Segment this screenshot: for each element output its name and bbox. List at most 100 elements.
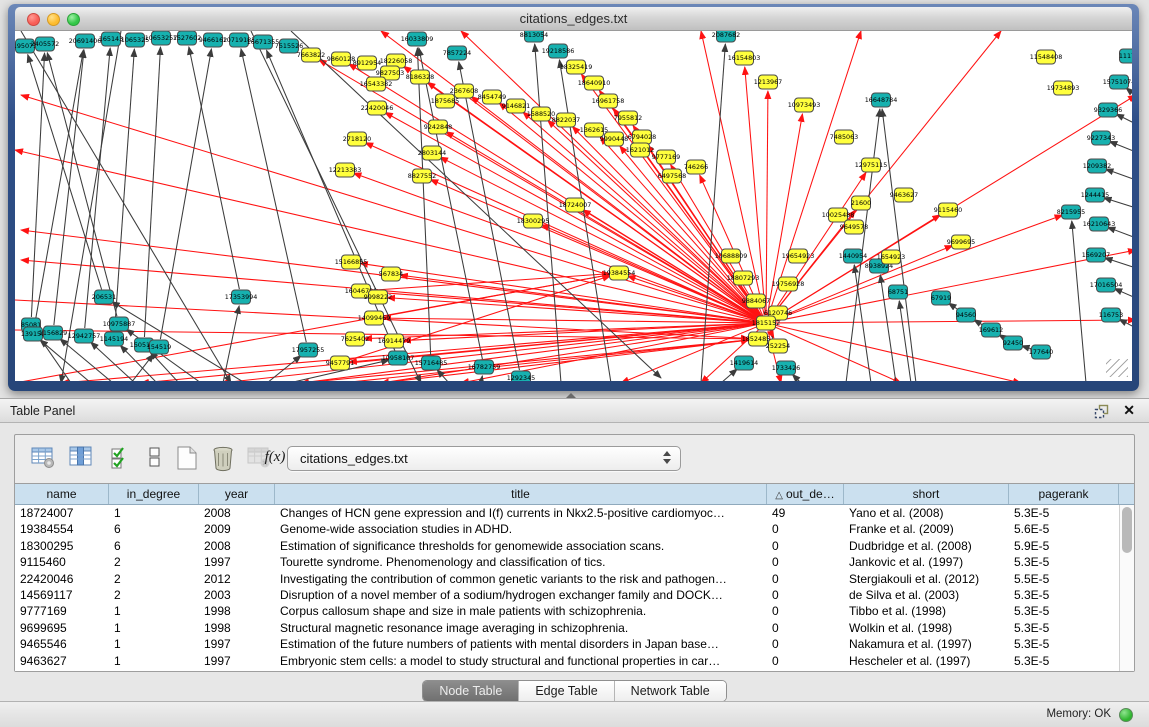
table-row[interactable]: 1456911722003Disruption of a novel membe… <box>15 587 1119 603</box>
graph-node[interactable]: 11548408 <box>1030 50 1063 64</box>
column-header-title[interactable]: title <box>275 484 767 504</box>
graph-node[interactable]: 1244415 <box>1081 188 1109 202</box>
table-row[interactable]: 977716911998Corpus callosum shape and si… <box>15 603 1119 619</box>
graph-node[interactable]: 92450 <box>1003 336 1023 350</box>
graph-node[interactable]: 14099469 <box>358 311 391 325</box>
memory-status-icon[interactable] <box>1119 708 1133 722</box>
column-header-pagerank[interactable]: pagerank <box>1009 484 1119 504</box>
graph-node[interactable]: 1292345 <box>507 371 535 381</box>
graph-node[interactable]: 18640910 <box>578 76 611 90</box>
graph-node[interactable]: 21600 <box>851 196 871 210</box>
graph-node[interactable]: 9860128 <box>327 52 355 66</box>
table-row[interactable]: 1872400712008Changes of HCN gene express… <box>15 505 1119 521</box>
graph-node[interactable]: 1209382 <box>1083 159 1111 173</box>
close-panel-icon[interactable]: ✕ <box>1123 402 1135 419</box>
tab-network-table[interactable]: Network Table <box>615 681 726 701</box>
graph-node[interactable]: 20691406 <box>69 34 102 48</box>
column-header-in-degree[interactable]: in_degree <box>109 484 199 504</box>
column-header-short[interactable]: short <box>844 484 1009 504</box>
graph-node[interactable]: 19384554 <box>603 266 636 280</box>
graph-node[interactable]: 16648784 <box>865 93 898 107</box>
graph-node[interactable]: 1527602 <box>173 31 201 45</box>
graph-node[interactable]: 15751074 <box>1103 75 1132 89</box>
graph-node[interactable]: 9242848 <box>424 120 452 134</box>
graph-node[interactable]: 9227343 <box>1087 131 1115 145</box>
graph-node[interactable]: 17353994 <box>225 290 258 304</box>
graph-node[interactable]: 10975887 <box>103 317 136 331</box>
graph-node[interactable]: 12213383 <box>329 163 362 177</box>
column-header-year[interactable]: year <box>199 484 275 504</box>
table-scrollbar[interactable] <box>1119 505 1134 671</box>
graph-node[interactable]: 8822037 <box>552 113 580 127</box>
show-columns-icon[interactable] <box>67 444 95 474</box>
graph-node[interactable]: 1621012 <box>626 143 654 157</box>
delete-rows-icon[interactable] <box>209 444 237 474</box>
graph-node[interactable]: 1419614 <box>730 356 758 370</box>
window-titlebar[interactable]: citations_edges.txt <box>15 7 1132 31</box>
graph-node[interactable]: 68751 <box>888 285 908 299</box>
graph-node[interactable]: 9699695 <box>947 235 975 249</box>
graph-node[interactable]: 12975115 <box>855 158 888 172</box>
window-resize-grip[interactable] <box>1106 359 1128 377</box>
graph-node[interactable]: 165143 <box>99 32 123 46</box>
graph-node[interactable]: 22420046 <box>361 101 394 115</box>
graph-node[interactable]: 18724007 <box>559 198 592 212</box>
scrollbar-thumb[interactable] <box>1122 507 1132 553</box>
graph-node[interactable]: 746266 <box>684 160 708 174</box>
table-row[interactable]: 946554611997Estimation of the future num… <box>15 636 1119 652</box>
graph-node[interactable]: 16154803 <box>728 51 761 65</box>
graph-node[interactable]: 16210643 <box>1083 217 1116 231</box>
graph-node[interactable]: 9463627 <box>890 188 918 202</box>
graph-node[interactable]: 10973493 <box>788 98 821 112</box>
graph-node[interactable]: 116753 <box>1099 308 1123 322</box>
graph-node[interactable]: 1440954 <box>839 249 867 263</box>
table-row[interactable]: 946362711997Embryonic stem cells: a mode… <box>15 653 1119 669</box>
graph-node[interactable]: 94560 <box>956 308 976 322</box>
graph-node[interactable]: 206531 <box>92 290 116 304</box>
tab-edge-table[interactable]: Edge Table <box>519 681 614 701</box>
table-row[interactable]: 1830029562008Estimation of significance … <box>15 538 1119 554</box>
new-table-icon[interactable] <box>173 444 201 474</box>
graph-edge <box>846 109 880 381</box>
graph-node[interactable]: 15166855 <box>335 255 368 269</box>
graph-node[interactable]: 19734893 <box>1047 81 1080 95</box>
graph-node[interactable]: 177640 <box>1029 345 1053 359</box>
graph-node[interactable]: 18325419 <box>560 60 593 74</box>
row-height-icon[interactable] <box>141 444 169 474</box>
graph-node[interactable]: 8215955 <box>1057 205 1085 219</box>
graph-node[interactable]: 6497568 <box>658 169 686 183</box>
graph-node[interactable]: 16961758 <box>592 94 625 108</box>
graph-node[interactable]: 67919 <box>931 291 951 305</box>
tab-node-table[interactable]: Node Table <box>423 681 519 701</box>
graph-node[interactable]: 8827552 <box>408 169 436 183</box>
graph-node[interactable]: 7485063 <box>830 130 858 144</box>
table-selector-dropdown[interactable]: citations_edges.txt <box>287 446 681 471</box>
graph-node[interactable]: 8186328 <box>406 70 434 84</box>
table-row[interactable]: 969969511998Structural magnetic resonanc… <box>15 620 1119 636</box>
float-panel-icon[interactable] <box>1094 404 1109 419</box>
column-header-out-de-[interactable]: △out_de… <box>767 484 844 504</box>
select-rows-icon[interactable] <box>107 444 135 474</box>
table-row[interactable]: 1938455462009Genome-wide association stu… <box>15 521 1119 537</box>
table-row[interactable]: 911546021997Tourette syndrome. Phenomeno… <box>15 554 1119 570</box>
graph-node[interactable]: 16914479 <box>378 334 411 348</box>
graph-node[interactable]: 8813054 <box>520 31 548 42</box>
graph-node[interactable]: 19218586 <box>542 44 575 58</box>
graph-node[interactable]: 8912954 <box>353 56 381 70</box>
graph-node[interactable]: 7857224 <box>443 46 471 60</box>
graph-node[interactable]: 16033809 <box>401 32 434 46</box>
graph-node[interactable]: 2087682 <box>712 31 740 42</box>
table-settings-icon[interactable] <box>29 444 57 474</box>
network-canvas[interactable]: 1950732405572206914061651431065325106532… <box>15 31 1132 381</box>
column-header-name[interactable]: name <box>15 484 109 504</box>
graph-node[interactable]: 1145194 <box>100 332 128 346</box>
graph-node[interactable]: 567834 <box>379 267 403 281</box>
graph-node[interactable]: 252254 <box>766 339 790 353</box>
graph-node[interactable]: 169612 <box>979 323 1003 337</box>
graph-node[interactable]: 17957255 <box>292 343 325 357</box>
graph-node[interactable]: 11175 <box>1119 49 1132 63</box>
graph-node[interactable]: 154519 <box>147 340 171 354</box>
graph-node[interactable]: 1213967 <box>754 75 782 89</box>
graph-node[interactable]: 9777169 <box>652 150 680 164</box>
table-row[interactable]: 2242004622012Investigating the contribut… <box>15 571 1119 587</box>
